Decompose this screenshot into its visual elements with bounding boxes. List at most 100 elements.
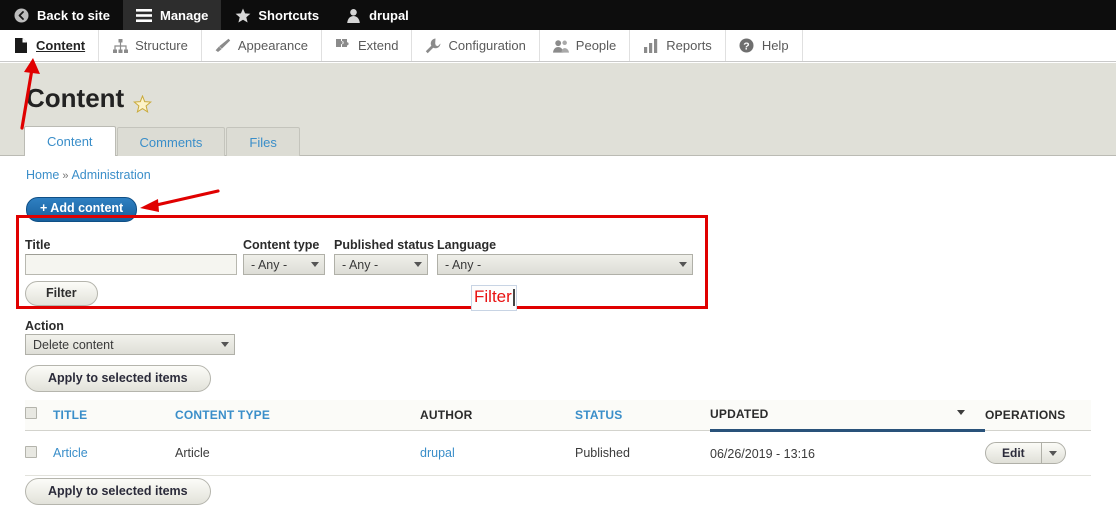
content-table: TITLE CONTENT TYPE AUTHOR STATUS UPDATED…: [25, 400, 1091, 476]
language-filter-value: - Any -: [445, 257, 482, 272]
content-type-filter-select[interactable]: - Any -: [243, 254, 325, 275]
admin-menu-tray: Content Structure Appearance Extend Conf: [0, 30, 1116, 62]
row-content-type-cell: Article: [175, 430, 420, 476]
toolbar-label: Shortcuts: [258, 7, 320, 23]
annotation-arrow-to-add-content: [140, 189, 220, 212]
page-header-band: Content Content Comments Files: [0, 63, 1116, 156]
tab-comments[interactable]: Comments: [116, 127, 226, 156]
toolbar-label: drupal: [369, 7, 409, 23]
content-type-filter-value: - Any -: [251, 257, 288, 272]
tab-label: Comments: [139, 135, 203, 150]
header-status[interactable]: STATUS: [575, 400, 710, 431]
content-filter-form: Title Content type - Any - Published sta…: [16, 216, 708, 308]
action-label: Action: [25, 319, 64, 333]
hamburger-icon: [136, 7, 153, 24]
title-filter-input[interactable]: [25, 254, 237, 275]
row-select-cell[interactable]: [25, 430, 53, 476]
page-title: Content: [26, 83, 153, 114]
apply-to-selected-items-button-top[interactable]: Apply to selected items: [25, 365, 211, 392]
row-title-link[interactable]: Article: [53, 446, 88, 460]
menu-item-appearance[interactable]: Appearance: [202, 30, 322, 61]
header-title[interactable]: TITLE: [53, 400, 175, 431]
menu-item-content[interactable]: Content: [0, 30, 100, 61]
header-content-type[interactable]: CONTENT TYPE: [175, 400, 420, 431]
menu-item-label: Structure: [135, 38, 188, 53]
wrench-icon: [425, 38, 441, 54]
drupal-content-admin-page: Back to site Manage Shortcuts drupal Con…: [0, 0, 1116, 520]
sort-descending-icon: [957, 410, 965, 415]
action-select[interactable]: Delete content: [25, 334, 235, 355]
row-status-cell: Published: [575, 430, 710, 476]
breadcrumb: Home» Administration: [26, 168, 151, 182]
menu-item-label: Configuration: [448, 38, 526, 53]
menu-item-structure[interactable]: Structure: [99, 30, 202, 61]
row-author-cell: drupal: [420, 430, 575, 476]
annotation-filter-text: Filter: [471, 285, 517, 311]
language-filter-select[interactable]: - Any -: [437, 254, 693, 275]
language-filter-label: Language: [437, 238, 497, 252]
toolbar-item-back-to-site[interactable]: Back to site: [0, 0, 123, 30]
people-icon: [552, 38, 569, 54]
edit-dropbutton[interactable]: Edit: [985, 442, 1066, 464]
menu-item-label: Help: [761, 38, 789, 53]
puzzle-icon: [335, 38, 351, 54]
bar-chart-icon: [643, 38, 659, 54]
menu-item-label: Reports: [666, 38, 712, 53]
menu-item-help[interactable]: ? Help: [726, 30, 803, 61]
back-arrow-icon: [13, 7, 30, 24]
menu-item-label: Content: [36, 38, 86, 53]
menu-item-extend[interactable]: Extend: [322, 30, 413, 61]
toolbar-item-shortcuts[interactable]: Shortcuts: [221, 0, 332, 30]
edit-dropdown-toggle[interactable]: [1040, 443, 1065, 463]
table-header-row: TITLE CONTENT TYPE AUTHOR STATUS UPDATED…: [25, 400, 1091, 432]
menu-item-people[interactable]: People: [540, 30, 631, 61]
chevron-down-icon: [414, 262, 422, 267]
toolbar-label: Back to site: [37, 7, 110, 23]
action-select-value: Delete content: [33, 337, 114, 352]
user-icon: [345, 7, 362, 24]
chevron-down-icon: [221, 342, 229, 347]
page-icon: [13, 38, 29, 54]
title-filter-label: Title: [25, 238, 51, 252]
published-status-filter-value: - Any -: [342, 257, 379, 272]
row-author-link[interactable]: drupal: [420, 446, 455, 460]
header-operations: OPERATIONS: [985, 400, 1091, 431]
chevron-down-icon: [311, 262, 319, 267]
star-icon: [234, 7, 251, 24]
row-checkbox[interactable]: [25, 445, 37, 458]
row-updated-cell: 06/26/2019 - 13:16: [710, 430, 985, 476]
menu-item-label: People: [575, 38, 617, 53]
menu-item-reports[interactable]: Reports: [630, 30, 726, 61]
brush-icon: [215, 38, 231, 54]
header-select-all[interactable]: [25, 400, 53, 431]
toolbar-label: Manage: [159, 7, 209, 23]
header-updated[interactable]: UPDATED: [710, 400, 985, 432]
published-status-filter-select[interactable]: - Any -: [334, 254, 428, 275]
filter-submit-button[interactable]: Filter: [25, 281, 98, 306]
breadcrumb-home[interactable]: Home: [26, 168, 59, 182]
header-updated-label: UPDATED: [710, 407, 769, 421]
row-operations-cell: Edit: [985, 430, 1091, 476]
toolbar-item-manage[interactable]: Manage: [122, 0, 222, 30]
breadcrumb-separator: »: [62, 170, 69, 182]
favorite-star-icon[interactable]: [133, 89, 153, 114]
tab-content[interactable]: Content: [24, 126, 116, 156]
select-all-checkbox[interactable]: [25, 407, 37, 419]
header-author: AUTHOR: [420, 400, 575, 431]
menu-item-label: Appearance: [237, 38, 308, 53]
edit-button[interactable]: Edit: [986, 443, 1041, 463]
chevron-down-icon: [679, 262, 687, 267]
svg-text:?: ?: [744, 40, 750, 52]
admin-toolbar: Back to site Manage Shortcuts drupal: [0, 0, 1116, 30]
published-status-filter-label: Published status: [334, 238, 435, 252]
content-type-filter-label: Content type: [243, 238, 320, 252]
row-title-cell: Article: [53, 430, 175, 476]
tab-files[interactable]: Files: [226, 127, 300, 156]
tab-label: Content: [47, 134, 93, 149]
breadcrumb-administration[interactable]: Administration: [71, 168, 150, 182]
toolbar-item-user[interactable]: drupal: [332, 0, 422, 30]
chevron-down-icon: [1049, 450, 1058, 456]
apply-to-selected-items-button-bottom[interactable]: Apply to selected items: [25, 478, 211, 505]
annotation-text: Filter: [474, 287, 512, 306]
menu-item-configuration[interactable]: Configuration: [412, 30, 540, 61]
